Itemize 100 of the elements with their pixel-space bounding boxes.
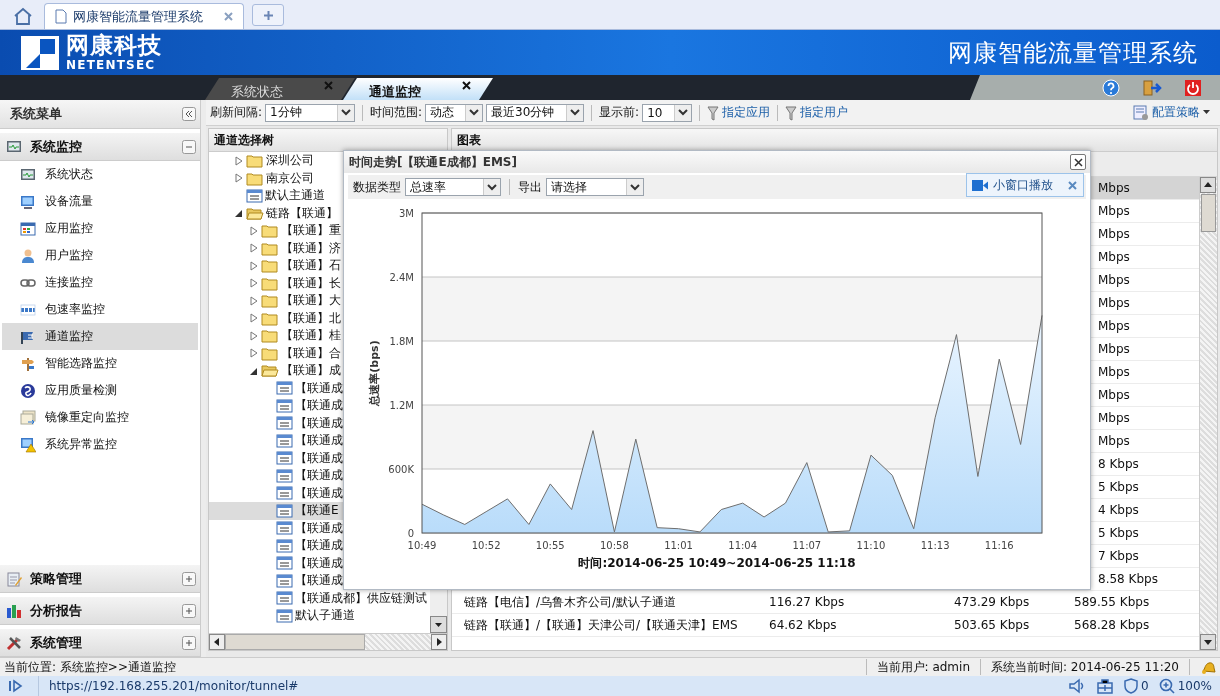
- collapse-icon[interactable]: [182, 107, 196, 121]
- table-row[interactable]: 链路【联通】/【联通】天津公司/【联通天津】EMS 64.62 Kbps 503.65 Kbps 568.28 Kbps: [452, 614, 1199, 637]
- menu-section[interactable]: 系统管理: [0, 628, 200, 657]
- panel-title: 图表: [452, 129, 1217, 152]
- table-row[interactable]: 链路【电信】/乌鲁木齐公司/默认子通道 116.27 Kbps 473.29 Kbps 589.55 Kbps: [452, 591, 1199, 614]
- menu-item[interactable]: 设备流量: [2, 188, 198, 215]
- chevron-icon: [678, 109, 689, 116]
- refresh-select[interactable]: 1分钟: [265, 103, 356, 122]
- scroll-left-icon[interactable]: [209, 634, 225, 650]
- export-select[interactable]: 请选择: [546, 178, 644, 196]
- scroll-down-icon[interactable]: [1200, 634, 1216, 650]
- plus-icon[interactable]: [182, 635, 196, 650]
- x-tick-label: 11:01: [664, 540, 693, 551]
- top-select[interactable]: 10: [642, 103, 693, 122]
- menu-section[interactable]: 策略管理: [0, 564, 200, 593]
- tree-item[interactable]: 【联通成都】供应链测试: [209, 589, 430, 607]
- plus-icon[interactable]: [182, 603, 196, 618]
- power-icon[interactable]: [1184, 78, 1202, 97]
- menu-item[interactable]: 连接监控: [2, 269, 198, 296]
- exit-icon[interactable]: [1142, 78, 1162, 97]
- table-cell: Mbps: [1098, 342, 1130, 356]
- folder-icon: [261, 345, 279, 361]
- zoom-icon[interactable]: [1158, 678, 1175, 694]
- scroll-down-icon[interactable]: [430, 616, 447, 633]
- field-label: 刷新间隔:: [210, 104, 263, 121]
- list-icon: [276, 486, 293, 501]
- menu-item[interactable]: 系统状态: [2, 161, 198, 188]
- folder-icon: [261, 363, 279, 379]
- scrollbar-thumb[interactable]: [1201, 194, 1216, 232]
- home-icon: [13, 7, 33, 25]
- mini-window-panel[interactable]: 小窗口播放: [966, 173, 1084, 197]
- menu-item[interactable]: 用户监控: [2, 242, 198, 269]
- field-label: 导出: [518, 178, 542, 196]
- list-icon: [276, 433, 293, 448]
- menu-item[interactable]: 智能选路监控: [2, 350, 198, 377]
- table-cell-text: 473.29 Kbps: [953, 595, 1031, 609]
- tree-item[interactable]: 【联通成: [209, 432, 430, 450]
- menu-item[interactable]: 系统异常监控: [2, 431, 198, 458]
- close-icon[interactable]: [462, 81, 471, 90]
- plus-icon: [262, 9, 274, 21]
- menu-item[interactable]: 镜像重定向监控: [2, 404, 198, 431]
- warning-icon: [20, 436, 36, 453]
- window-icon: [20, 409, 36, 426]
- folder-icon: [261, 223, 279, 239]
- new-tab-button[interactable]: [252, 4, 284, 26]
- toolbox-icon[interactable]: [1096, 678, 1115, 694]
- expander-icon[interactable]: [234, 208, 244, 219]
- zoom-level[interactable]: 100%: [1177, 679, 1212, 693]
- tree-item[interactable]: 【联通】重: [209, 222, 430, 240]
- plus-icon[interactable]: [182, 571, 196, 586]
- list-icon: [246, 188, 263, 203]
- browser-tab[interactable]: 网康智能流量管理系统: [44, 3, 244, 29]
- shield-icon[interactable]: [1124, 678, 1139, 694]
- globe-icon: [20, 382, 36, 399]
- table-cell: Mbps: [1098, 204, 1130, 218]
- funnel-icon: [785, 104, 798, 121]
- close-button[interactable]: [1070, 154, 1086, 170]
- filter-app-link[interactable]: 指定应用: [707, 104, 771, 121]
- filter-user-link[interactable]: 指定用户: [785, 104, 849, 121]
- menu-section[interactable]: 分析报告: [0, 596, 200, 625]
- help-icon[interactable]: [1102, 78, 1120, 97]
- range-mode-select[interactable]: 动态: [425, 103, 484, 122]
- menu-item[interactable]: 应用质量检测: [2, 377, 198, 404]
- app-title: 网康智能流量管理系统: [948, 37, 1198, 69]
- table-cell-text: 589.55 Kbps: [1073, 595, 1151, 609]
- config-menu[interactable]: 配置策略: [1133, 104, 1210, 121]
- tree-item[interactable]: 默认子通道: [209, 607, 430, 625]
- list-icon: [276, 521, 293, 536]
- scroll-up-icon[interactable]: [1200, 177, 1216, 193]
- notepad-icon: [6, 570, 22, 587]
- y-tick-label: 0: [407, 528, 414, 539]
- computer-icon: [20, 193, 36, 210]
- menu-item[interactable]: 包速率监控: [2, 296, 198, 323]
- tab[interactable]: 系统状态: [205, 78, 355, 100]
- x-tick-label: 11:10: [856, 540, 886, 551]
- scroll-right-icon[interactable]: [431, 634, 447, 650]
- range-select[interactable]: 最近30分钟: [486, 103, 585, 122]
- tree-item[interactable]: 【联通】北: [209, 309, 430, 327]
- tree-item[interactable]: 【联通成: [209, 572, 430, 590]
- menu-item[interactable]: 应用监控: [2, 215, 198, 242]
- table-cell: 4 Kbps: [1098, 503, 1139, 517]
- data-type-select[interactable]: 总速率: [405, 178, 501, 196]
- table-cell-text: 503.65 Kbps: [953, 618, 1031, 632]
- tree-item[interactable]: 【联通】大: [209, 292, 430, 310]
- x-tick-label: 11:16: [984, 540, 1014, 551]
- list-icon: [276, 591, 293, 606]
- play-icon[interactable]: [8, 679, 24, 693]
- tree-item[interactable]: 【联通成: [209, 414, 430, 432]
- folder-icon: [261, 293, 279, 309]
- scrollbar-thumb[interactable]: [225, 634, 365, 650]
- tree-item[interactable]: 【联通成: [209, 484, 430, 502]
- minus-icon[interactable]: [182, 139, 196, 154]
- tree-item[interactable]: 【联通】济: [209, 239, 430, 257]
- menu-section[interactable]: 系统监控: [0, 132, 200, 161]
- list-icon: [276, 573, 293, 588]
- x-tick-label: 10:55: [535, 540, 565, 551]
- menu-item[interactable]: 通道监控: [2, 323, 198, 350]
- tab[interactable]: 通道监控: [343, 78, 493, 100]
- tree-item[interactable]: 【联通成: [209, 554, 430, 572]
- table-cell: Mbps: [1098, 227, 1130, 241]
